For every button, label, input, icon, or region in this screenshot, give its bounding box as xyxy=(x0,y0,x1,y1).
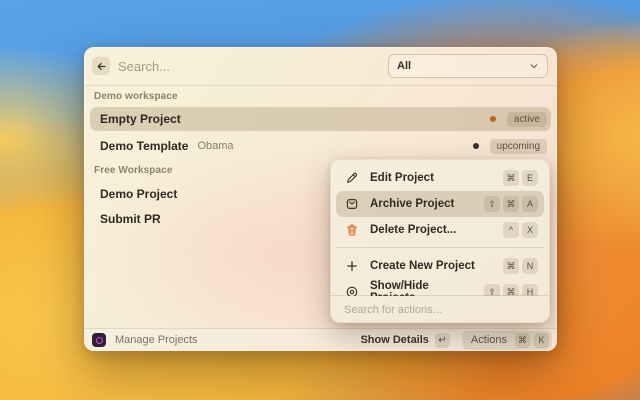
menu-item-shortcut: ^ X xyxy=(503,222,538,238)
shift-key-icon: ⇧ xyxy=(484,196,500,212)
section-header-demo-workspace: Demo workspace xyxy=(94,91,178,102)
list-item-title: Submit PR xyxy=(100,212,161,226)
menu-item-label: Delete Project... xyxy=(370,224,457,236)
archive-icon xyxy=(344,196,360,212)
status-bar: Manage Projects Show Details ↵ Actions ⌘… xyxy=(84,328,557,351)
search-input[interactable]: Search... xyxy=(118,47,170,85)
menu-item-show-hide-projects[interactable]: Show/Hide Projects... ⇧ ⌘ H xyxy=(336,279,544,296)
back-arrow-icon xyxy=(96,61,107,72)
filter-dropdown[interactable]: All xyxy=(388,54,548,78)
extension-name: Manage Projects xyxy=(115,334,198,346)
back-button[interactable] xyxy=(92,57,110,75)
actions-button[interactable]: Actions ⌘ K xyxy=(461,330,552,350)
actions-context-menu: Edit Project ⌘ E Archive Project ⇧ ⌘ A D… xyxy=(330,159,550,323)
command-key-icon: ⌘ xyxy=(515,332,530,348)
list-item-title: Demo Template xyxy=(100,139,189,153)
plus-icon xyxy=(344,258,360,274)
x-key-icon: X xyxy=(522,222,538,238)
a-key-icon: A xyxy=(522,196,538,212)
e-key-icon: E xyxy=(522,170,538,186)
command-key-icon: ⌘ xyxy=(503,196,519,212)
menu-item-label: Show/Hide Projects... xyxy=(370,280,429,296)
trash-icon xyxy=(344,222,360,238)
actions-label: Actions xyxy=(470,334,507,346)
control-key-icon: ^ xyxy=(503,222,519,238)
command-key-icon: ⌘ xyxy=(503,258,519,274)
menu-item-shortcut: ⇧ ⌘ A xyxy=(484,196,538,212)
search-bar: Search... All xyxy=(84,47,557,86)
filter-dropdown-value: All xyxy=(397,60,412,72)
status-badge: active xyxy=(506,111,547,127)
menu-item-label: Archive Project xyxy=(370,198,455,210)
show-details-label: Show Details xyxy=(360,334,429,346)
section-header-free-workspace: Free Workspace xyxy=(94,165,173,176)
status-dot xyxy=(489,116,496,122)
command-palette-window: Search... All Demo workspace Empty Proje… xyxy=(84,47,557,351)
menu-item-archive-project[interactable]: Archive Project ⇧ ⌘ A xyxy=(336,191,544,217)
pencil-icon xyxy=(344,170,360,186)
status-badge: upcoming xyxy=(489,138,547,154)
show-details-button[interactable]: Show Details ↵ xyxy=(360,332,450,348)
actions-search-input[interactable]: Search for actions... xyxy=(330,295,550,323)
list-item-subtitle: Obama xyxy=(197,140,234,152)
k-key-icon: K xyxy=(534,332,549,348)
actions-menu-list: Edit Project ⌘ E Archive Project ⇧ ⌘ A D… xyxy=(336,165,544,296)
manage-projects-extension-icon xyxy=(92,333,106,347)
command-key-icon: ⌘ xyxy=(503,170,519,186)
chevron-down-icon xyxy=(529,61,539,71)
list-item-empty-project[interactable]: Empty Project active xyxy=(90,107,551,131)
menu-item-create-new-project[interactable]: Create New Project ⌘ N xyxy=(336,253,544,279)
desktop-wallpaper: Search... All Demo workspace Empty Proje… xyxy=(0,0,640,400)
list-item-title: Demo Project xyxy=(100,187,178,201)
status-dot xyxy=(472,143,479,149)
menu-item-shortcut: ⌘ N xyxy=(503,258,538,274)
menu-item-delete-project[interactable]: Delete Project... ^ X xyxy=(336,217,544,243)
return-key-icon: ↵ xyxy=(434,332,450,348)
menu-divider xyxy=(336,247,544,248)
list-item-title: Empty Project xyxy=(100,112,181,126)
menu-item-label: Create New Project xyxy=(370,260,475,272)
list-item-demo-template[interactable]: Demo Template Obama upcoming xyxy=(90,134,551,158)
menu-item-edit-project[interactable]: Edit Project ⌘ E xyxy=(336,165,544,191)
n-key-icon: N xyxy=(522,258,538,274)
menu-item-shortcut: ⌘ E xyxy=(503,170,538,186)
menu-item-label: Edit Project xyxy=(370,172,434,184)
